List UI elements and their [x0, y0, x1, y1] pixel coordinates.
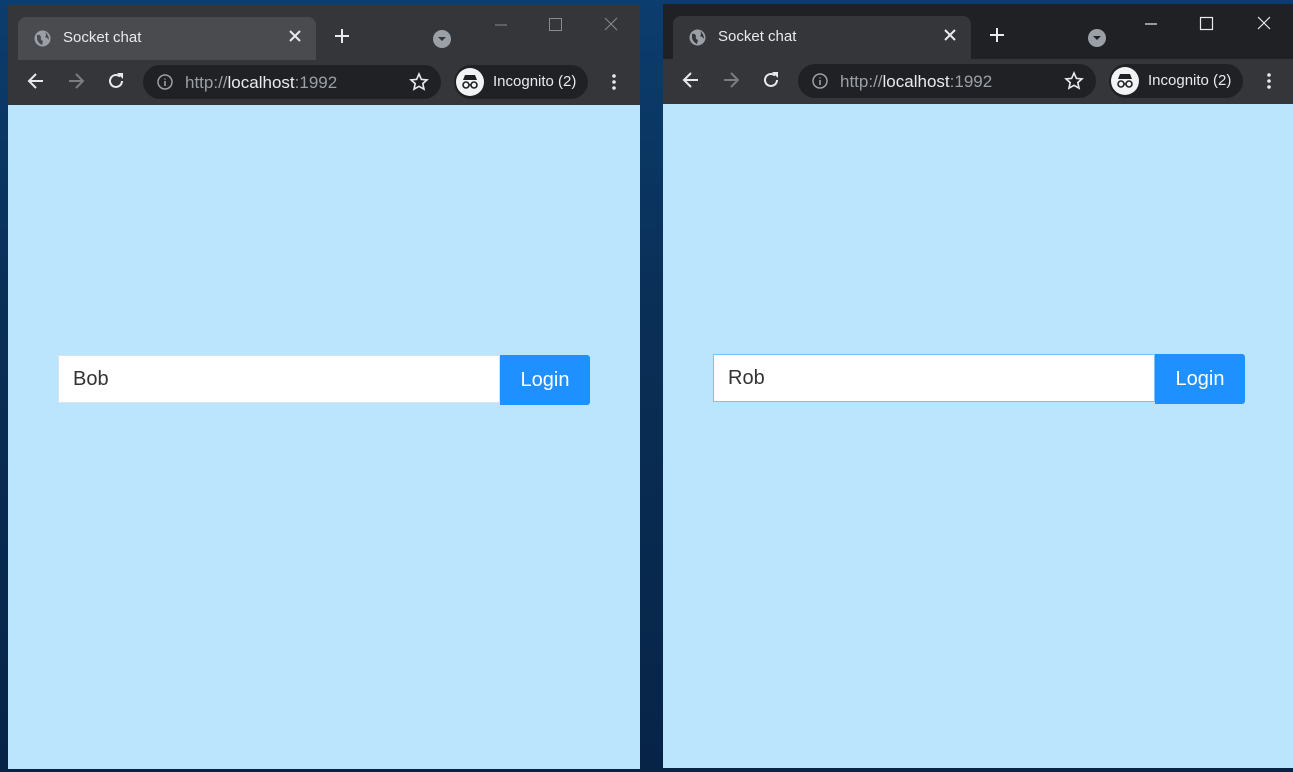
toolbar: http://localhost:1992 Incognito (2): [8, 60, 640, 105]
window-close-icon[interactable]: [1249, 12, 1279, 36]
minimize-icon[interactable]: [486, 13, 516, 37]
address-bar[interactable]: http://localhost:1992: [798, 64, 1096, 98]
login-form: Login: [58, 355, 590, 405]
info-icon[interactable]: [812, 73, 828, 89]
forward-icon[interactable]: [720, 69, 742, 91]
incognito-label: Incognito (2): [493, 73, 577, 90]
title-bar: Socket chat: [8, 5, 640, 60]
url-text: http://localhost:1992: [840, 72, 992, 92]
reload-icon[interactable]: [760, 69, 782, 91]
maximize-icon[interactable]: [540, 13, 570, 37]
address-bar[interactable]: http://localhost:1992: [143, 65, 441, 99]
info-icon[interactable]: [157, 74, 173, 90]
url-text: http://localhost:1992: [185, 73, 337, 93]
globe-icon: [34, 30, 51, 47]
url-host: localhost: [882, 72, 950, 91]
incognito-indicator[interactable]: Incognito (2): [454, 65, 588, 99]
incognito-indicator[interactable]: Incognito (2): [1109, 64, 1243, 98]
username-input[interactable]: [713, 354, 1155, 402]
star-icon[interactable]: [409, 72, 429, 92]
url-port: :1992: [294, 73, 338, 92]
tab-socket-chat[interactable]: Socket chat: [18, 17, 316, 60]
login-button[interactable]: Login: [500, 355, 590, 405]
tab-title: Socket chat: [718, 28, 797, 45]
dropdown-icon[interactable]: [432, 29, 452, 49]
dropdown-icon[interactable]: [1087, 28, 1107, 48]
close-icon[interactable]: [286, 27, 304, 45]
more-icon[interactable]: [604, 72, 624, 92]
url-scheme: http://: [840, 72, 883, 91]
login-button[interactable]: Login: [1155, 354, 1245, 404]
tab-title: Socket chat: [63, 29, 142, 46]
back-icon[interactable]: [680, 69, 702, 91]
username-input[interactable]: [58, 355, 500, 403]
incognito-icon: [456, 68, 484, 96]
forward-icon[interactable]: [65, 70, 87, 92]
reload-icon[interactable]: [105, 70, 127, 92]
globe-icon: [689, 29, 706, 46]
browser-window-right: Socket chat http://localhost:1992 Incogn…: [663, 4, 1293, 768]
plus-icon[interactable]: [333, 27, 351, 45]
plus-icon[interactable]: [988, 26, 1006, 44]
title-bar: Socket chat: [663, 4, 1293, 59]
maximize-icon[interactable]: [1191, 12, 1221, 36]
more-icon[interactable]: [1259, 71, 1279, 91]
minimize-icon[interactable]: [1136, 12, 1166, 36]
toolbar: http://localhost:1992 Incognito (2): [663, 59, 1293, 104]
url-host: localhost: [227, 73, 295, 92]
browser-window-left: Socket chat http://localhost:1992 Incogn…: [8, 5, 640, 769]
url-scheme: http://: [185, 73, 228, 92]
incognito-icon: [1111, 67, 1139, 95]
url-port: :1992: [949, 72, 993, 91]
close-icon[interactable]: [941, 26, 959, 44]
back-icon[interactable]: [25, 70, 47, 92]
window-close-icon[interactable]: [596, 13, 626, 37]
login-form: Login: [713, 354, 1245, 404]
star-icon[interactable]: [1064, 71, 1084, 91]
incognito-label: Incognito (2): [1148, 72, 1232, 89]
tab-socket-chat[interactable]: Socket chat: [673, 16, 971, 59]
